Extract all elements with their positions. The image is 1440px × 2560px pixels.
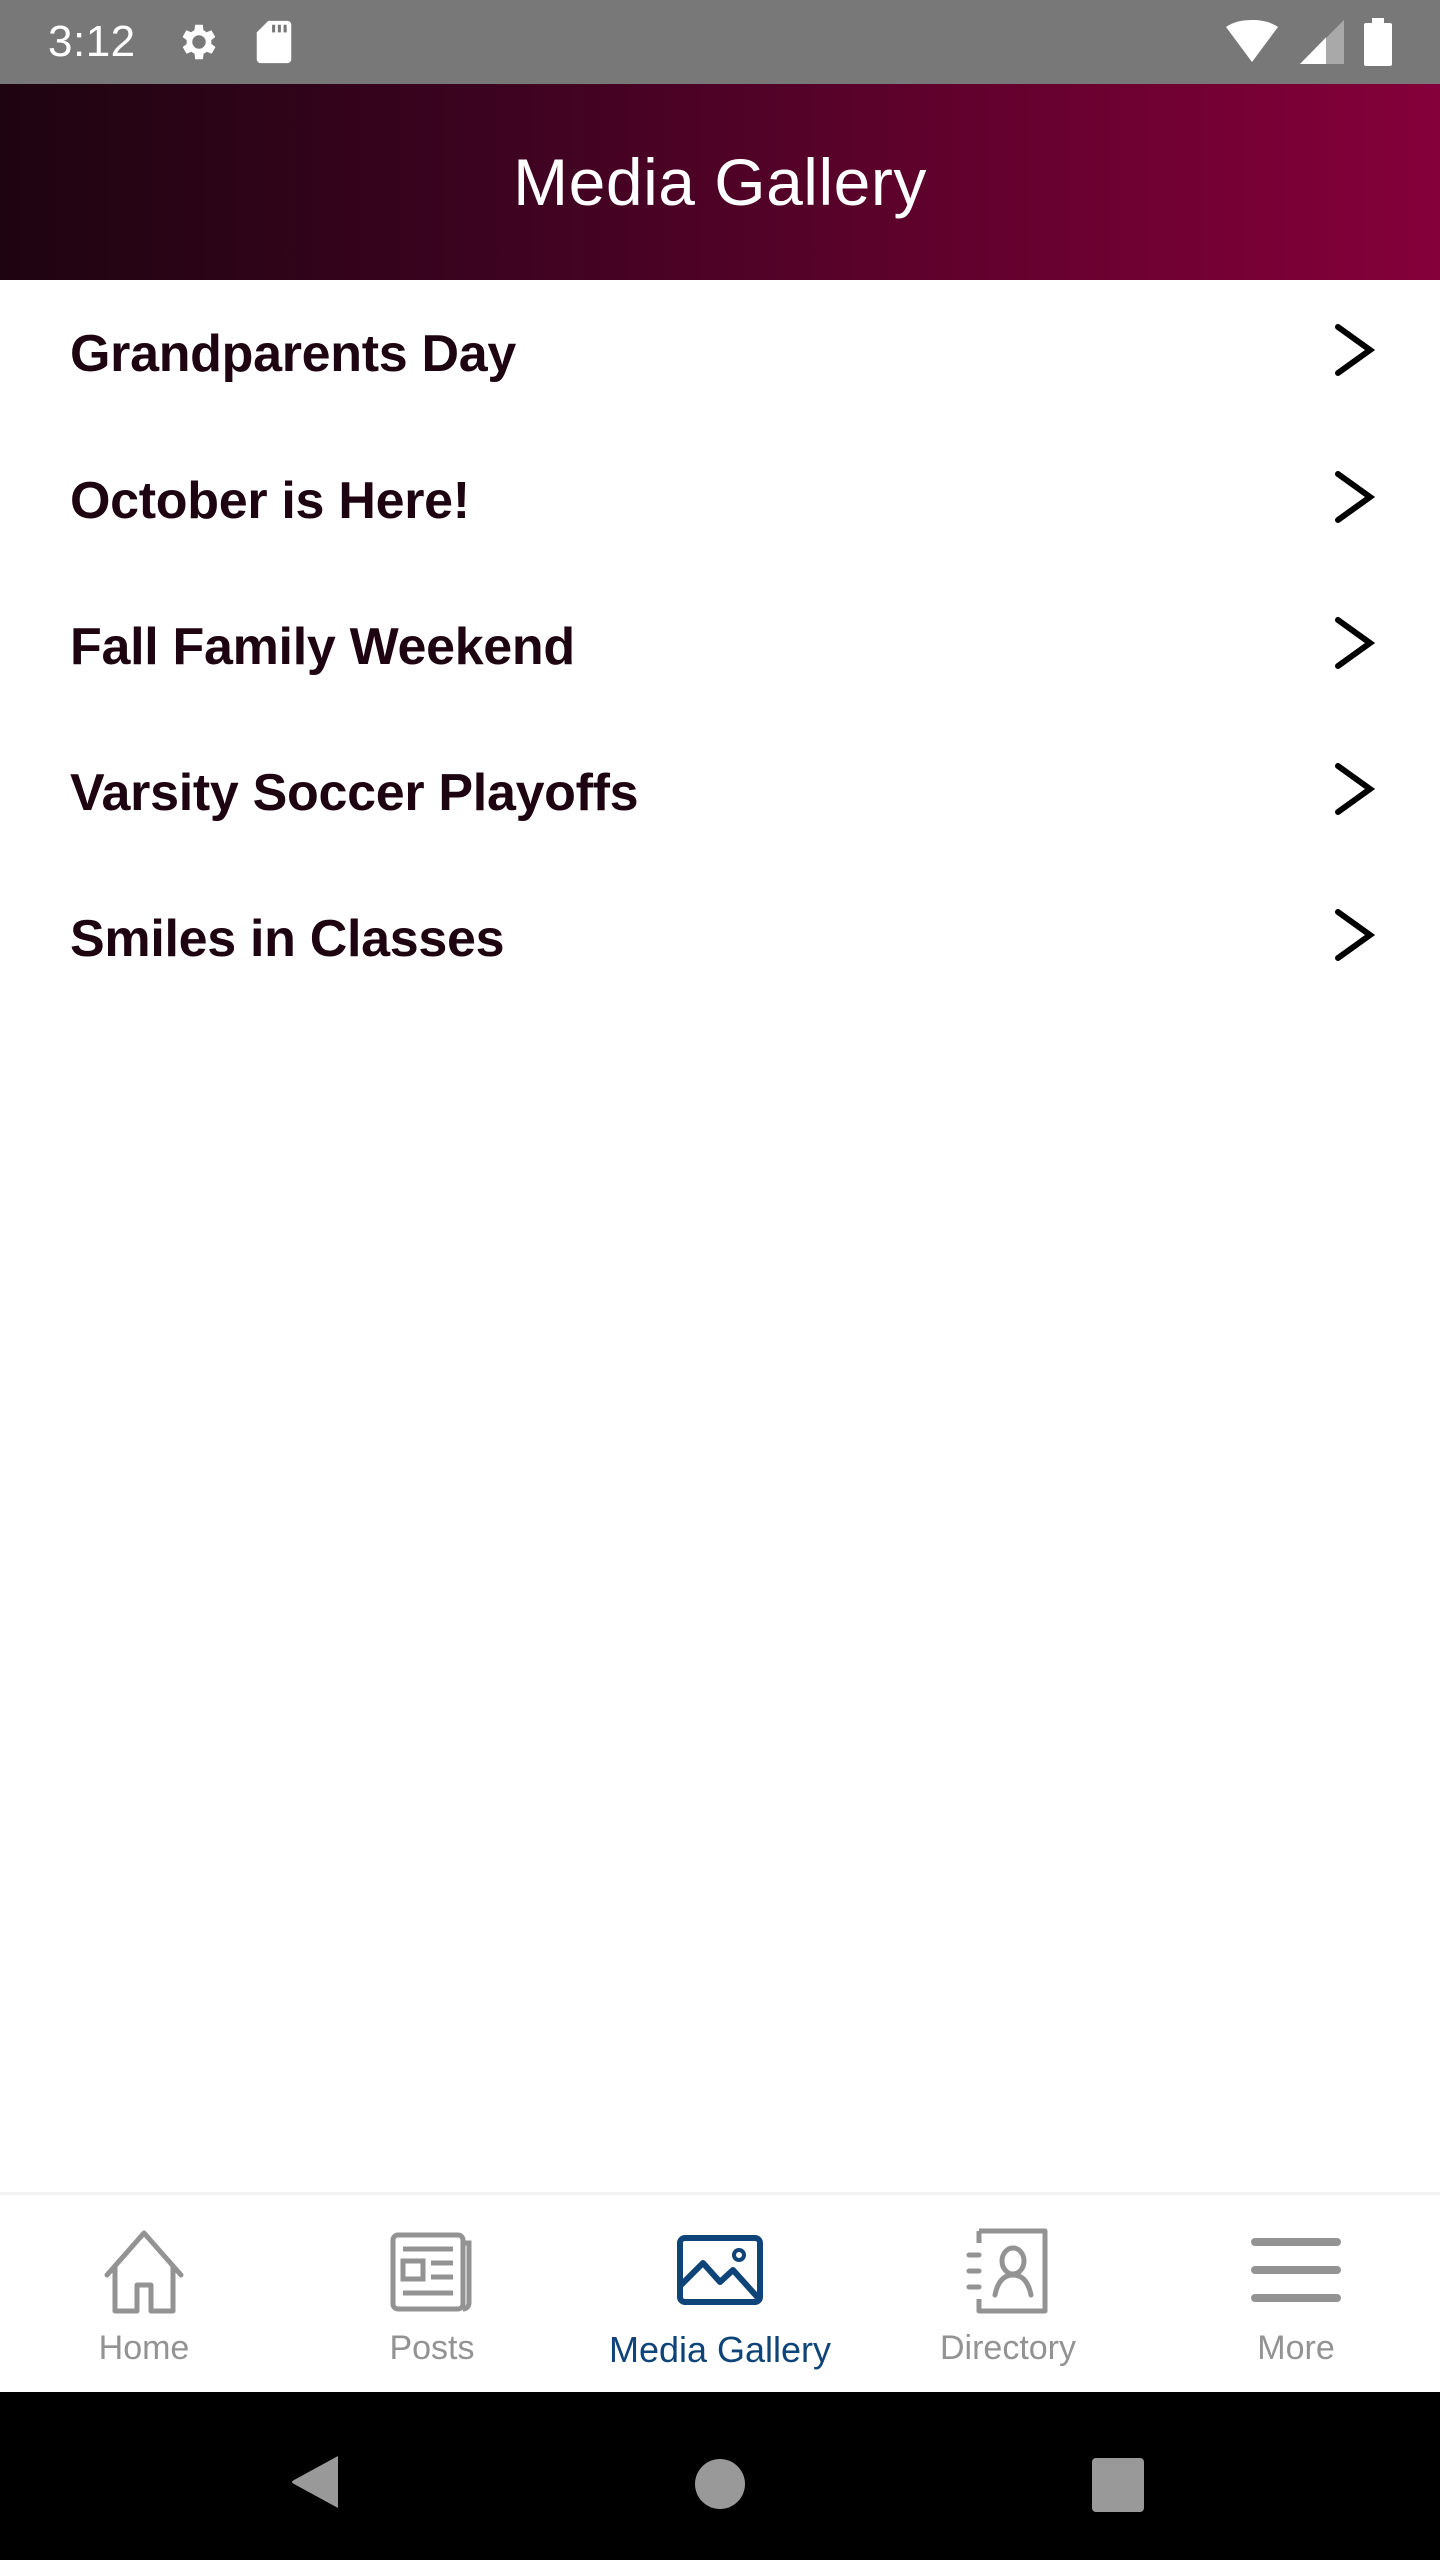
chevron-right-icon xyxy=(1332,615,1376,679)
tab-home[interactable]: Home xyxy=(0,2195,288,2392)
settings-icon xyxy=(176,19,222,65)
gallery-item-october-is-here[interactable]: October is Here! xyxy=(0,428,1440,574)
page-title: Media Gallery xyxy=(513,145,927,219)
system-nav-bar xyxy=(0,2392,1440,2560)
tab-more[interactable]: More xyxy=(1152,2195,1440,2392)
battery-icon xyxy=(1364,18,1392,66)
app-header: Media Gallery xyxy=(0,84,1440,280)
tab-label: Directory xyxy=(939,2329,1077,2367)
chevron-right-icon xyxy=(1332,322,1376,386)
tab-label: More xyxy=(1257,2329,1335,2367)
gallery-list: Grandparents Day October is Here! Fall F… xyxy=(0,280,1440,1012)
status-bar: 3:12 xyxy=(0,0,1440,84)
gallery-item-smiles-in-classes[interactable]: Smiles in Classes xyxy=(0,866,1440,1012)
gallery-item-fall-family-weekend[interactable]: Fall Family Weekend xyxy=(0,574,1440,720)
gallery-item-grandparents-day[interactable]: Grandparents Day xyxy=(0,280,1440,428)
bottom-tab-bar: Home Posts Media Gallery Directory More xyxy=(0,2192,1440,2392)
home-icon xyxy=(94,2225,194,2315)
sd-card-icon xyxy=(256,19,292,65)
gallery-item-label: October is Here! xyxy=(70,472,470,530)
status-time: 3:12 xyxy=(48,17,136,66)
gallery-item-varsity-soccer-playoffs[interactable]: Varsity Soccer Playoffs xyxy=(0,720,1440,866)
tab-directory[interactable]: Directory xyxy=(864,2195,1152,2392)
home-button[interactable] xyxy=(694,2458,746,2510)
tab-label: Home xyxy=(98,2329,190,2367)
tab-label: Posts xyxy=(389,2329,475,2367)
tab-label: Media Gallery xyxy=(608,2329,832,2370)
gallery-item-label: Fall Family Weekend xyxy=(70,618,575,676)
contact-book-icon xyxy=(958,2225,1058,2315)
tab-posts[interactable]: Posts xyxy=(288,2195,576,2392)
chevron-right-icon xyxy=(1332,469,1376,533)
recents-button[interactable] xyxy=(1092,2458,1144,2512)
image-icon xyxy=(670,2225,770,2315)
chevron-right-icon xyxy=(1332,907,1376,971)
cellular-signal-icon xyxy=(1300,20,1344,64)
menu-icon xyxy=(1246,2225,1346,2315)
gallery-item-label: Varsity Soccer Playoffs xyxy=(70,764,639,822)
tab-media-gallery[interactable]: Media Gallery xyxy=(576,2195,864,2392)
gallery-item-label: Grandparents Day xyxy=(70,325,517,383)
newspaper-icon xyxy=(382,2225,482,2315)
back-button[interactable] xyxy=(290,2454,342,2510)
chevron-right-icon xyxy=(1332,761,1376,825)
gallery-item-label: Smiles in Classes xyxy=(70,910,505,968)
wifi-icon xyxy=(1224,20,1280,64)
